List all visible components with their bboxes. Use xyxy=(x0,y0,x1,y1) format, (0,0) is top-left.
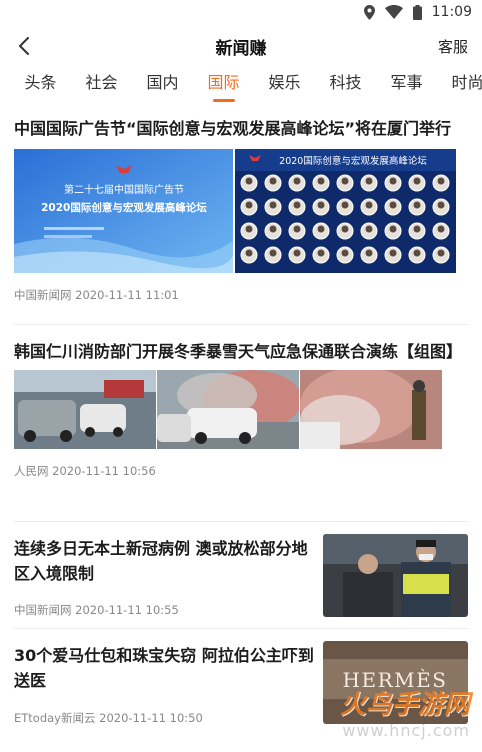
tab-society[interactable]: 社会 xyxy=(71,68,132,110)
speaker-avatar-head xyxy=(341,249,349,257)
page-title: 新闻赚 xyxy=(215,38,267,59)
speaker-avatar-head xyxy=(389,249,397,257)
news-item[interactable]: 韩国仁川消防部门开展冬季暴雪天气应急保通联合演练【组图】 人民网 2020-11… xyxy=(14,325,468,522)
news-title: 连续多日无本土新冠病例 澳或放松部分地区入境限制 xyxy=(14,539,308,583)
customer-service-button[interactable]: 客服 xyxy=(438,36,468,57)
back-arrow-icon xyxy=(19,37,29,55)
speaker-avatar-head xyxy=(269,177,277,185)
news-source: 人民网 xyxy=(14,464,49,478)
news-image-smoke-cars xyxy=(157,370,299,449)
speaker-avatar-head xyxy=(341,201,349,209)
tab-fashion[interactable]: 时尚 xyxy=(437,68,482,110)
status-bar: 11:09 xyxy=(0,0,482,24)
speaker-avatar-head xyxy=(365,225,373,233)
news-meta: 中国新闻网 2020-11-11 11:01 xyxy=(14,287,468,303)
wifi-icon xyxy=(384,5,403,19)
app-header: 新闻赚 客服 xyxy=(0,24,482,68)
battery-icon xyxy=(412,4,422,20)
category-tabs: 头条 社会 国内 国际 娱乐 科技 军事 时尚 xyxy=(0,68,482,110)
speaker-avatar-head xyxy=(413,177,421,185)
speaker-avatar-head xyxy=(269,249,277,257)
news-time: 2020-11-11 10:50 xyxy=(99,711,203,725)
news-image-forum-banner: 第二十七届中国国际广告节 2020国际创意与宏观发展高峰论坛 xyxy=(14,149,233,273)
location-icon xyxy=(363,4,375,20)
news-image-fire-trucks xyxy=(14,370,156,449)
news-item[interactable]: 30个爱马仕包和珠宝失窃 阿拉伯公主吓到送医 ETtoday新闻云 2020-1… xyxy=(14,629,468,736)
speaker-avatar-head xyxy=(293,201,301,209)
speaker-avatar-head xyxy=(365,177,373,185)
tab-military[interactable]: 军事 xyxy=(376,68,437,110)
speaker-avatar-head xyxy=(413,225,421,233)
news-title: 30个爱马仕包和珠宝失窃 阿拉伯公主吓到送医 xyxy=(14,646,314,690)
speaker-avatar-head xyxy=(293,177,301,185)
speaker-avatar-head xyxy=(245,249,253,257)
tab-entertainment[interactable]: 娱乐 xyxy=(254,68,315,110)
news-title: 中国国际广告节“国际创意与宏观发展高峰论坛”将在厦门举行 xyxy=(14,119,452,138)
speaker-avatar-head xyxy=(317,225,325,233)
news-source: ETtoday新闻云 xyxy=(14,711,96,725)
speaker-avatar-head xyxy=(317,249,325,257)
news-image-row: 第二十七届中国国际广告节 2020国际创意与宏观发展高峰论坛 2020国际创意与… xyxy=(14,149,468,273)
news-thumbnail-hermes: HERMÈS xyxy=(323,641,468,724)
speaker-avatar-head xyxy=(389,177,397,185)
news-source: 中国新闻网 xyxy=(14,288,72,302)
tab-headlines[interactable]: 头条 xyxy=(10,68,71,110)
speaker-avatar-head xyxy=(341,177,349,185)
news-item[interactable]: 连续多日无本土新冠病例 澳或放松部分地区入境限制 中国新闻网 2020-11-1… xyxy=(14,522,468,629)
speaker-avatar-head xyxy=(389,225,397,233)
speaker-avatar-head xyxy=(437,225,445,233)
tab-technology[interactable]: 科技 xyxy=(315,68,376,110)
news-time: 2020-11-11 10:55 xyxy=(75,603,179,617)
speaker-avatar-head xyxy=(245,177,253,185)
news-text: 连续多日无本土新冠病例 澳或放松部分地区入境限制 中国新闻网 2020-11-1… xyxy=(14,534,314,628)
speaker-avatar-head xyxy=(437,249,445,257)
speaker-avatar-head xyxy=(317,201,325,209)
speaker-avatar-head xyxy=(293,225,301,233)
speaker-avatar-head xyxy=(245,225,253,233)
banner-line-2: 2020国际创意与宏观发展高峰论坛 xyxy=(41,201,207,214)
speaker-avatar-head xyxy=(341,225,349,233)
status-time: 11:09 xyxy=(431,4,472,20)
speaker-avatar-head xyxy=(317,177,325,185)
hermes-sign-text: HERMÈS xyxy=(343,668,448,692)
news-image-speakers: 2020国际创意与宏观发展高峰论坛 xyxy=(235,149,456,273)
news-meta: 人民网 2020-11-11 10:56 xyxy=(14,463,468,479)
tab-domestic[interactable]: 国内 xyxy=(132,68,193,110)
news-meta: ETtoday新闻云 2020-11-11 10:50 xyxy=(14,710,314,726)
news-item[interactable]: 中国国际广告节“国际创意与宏观发展高峰论坛”将在厦门举行 第二十七届中国国际广告… xyxy=(14,110,468,325)
news-image-row xyxy=(14,370,468,449)
forum-banner-art: 第二十七届中国国际广告节 2020国际创意与宏观发展高峰论坛 xyxy=(14,149,233,273)
speaker-avatar-head xyxy=(365,201,373,209)
speaker-avatar-head xyxy=(437,177,445,185)
speaker-avatar-head xyxy=(293,249,301,257)
news-feed: 中国国际广告节“国际创意与宏观发展高峰论坛”将在厦门举行 第二十七届中国国际广告… xyxy=(0,110,482,736)
news-title: 韩国仁川消防部门开展冬季暴雪天气应急保通联合演练【组图】 xyxy=(14,342,463,361)
news-time: 2020-11-11 10:56 xyxy=(52,464,156,478)
back-button[interactable] xyxy=(10,32,38,60)
news-thumbnail-police xyxy=(323,534,468,617)
speaker-avatar-head xyxy=(437,201,445,209)
banner-line-1: 第二十七届中国国际广告节 xyxy=(64,183,184,196)
news-text: 30个爱马仕包和珠宝失窃 阿拉伯公主吓到送医 ETtoday新闻云 2020-1… xyxy=(14,641,314,736)
speakers-grid-art: 2020国际创意与宏观发展高峰论坛 xyxy=(235,149,456,273)
news-time: 2020-11-11 11:01 xyxy=(75,288,179,302)
speaker-avatar-head xyxy=(365,249,373,257)
speaker-avatar-head xyxy=(269,201,277,209)
news-image-firefighter xyxy=(300,370,442,449)
speaker-avatar-head xyxy=(413,201,421,209)
tab-international[interactable]: 国际 xyxy=(193,68,254,110)
speakers-title: 2020国际创意与宏观发展高峰论坛 xyxy=(279,155,427,167)
speaker-avatar-head xyxy=(389,201,397,209)
speaker-avatar-head xyxy=(413,249,421,257)
news-source: 中国新闻网 xyxy=(14,603,72,617)
speaker-avatar-head xyxy=(245,201,253,209)
speaker-avatar-head xyxy=(269,225,277,233)
news-meta: 中国新闻网 2020-11-11 10:55 xyxy=(14,602,314,618)
